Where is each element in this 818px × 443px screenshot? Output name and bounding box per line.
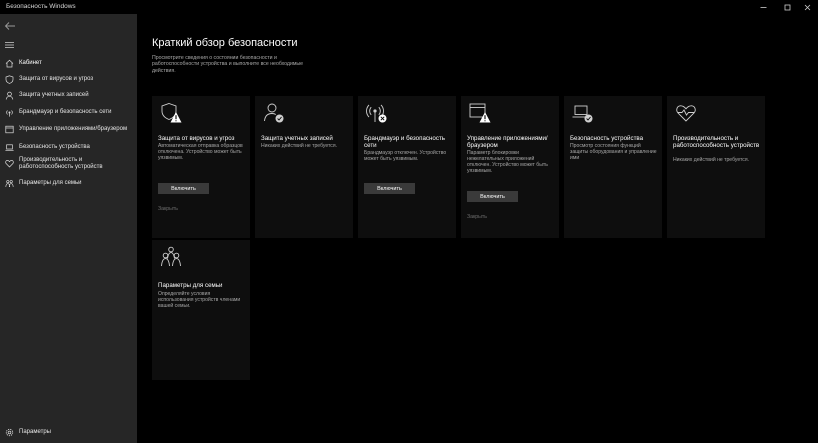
main-content: Краткий обзор безопасности Просмотрите с… (137, 14, 818, 443)
sidebar-item-label: Брандмауэр и безопасность сети (19, 109, 112, 115)
hamburger-icon (5, 42, 14, 48)
sidebar-item-label: Защита учетных записей (19, 92, 89, 98)
sidebar-item-firewall[interactable]: Брандмауэр и безопасность сети (0, 105, 137, 121)
sidebar-item-label: Управление приложениями/браузером (19, 126, 128, 132)
person-check-icon (263, 102, 285, 124)
network-icon (5, 108, 14, 117)
sidebar: Кабинет Защита от вирусов и угроз Защита… (0, 14, 137, 443)
maximize-icon (784, 4, 790, 10)
browser-icon (5, 125, 14, 134)
card-description: Автоматическая отправка образцов отключе… (158, 143, 243, 161)
card-virus-protection[interactable]: Защита от вирусов и угроз Автоматическая… (152, 96, 250, 238)
menu-toggle-button[interactable] (5, 36, 15, 48)
card-device-performance[interactable]: Производительность и работоспособность у… (667, 96, 765, 238)
card-description: Определяйте условия использования устрой… (158, 291, 241, 309)
arrow-left-icon (4, 22, 15, 30)
close-button[interactable] (796, 0, 818, 14)
card-title: Защита от вирусов и угроз (158, 135, 235, 142)
card-app-browser-control[interactable]: Управление приложениями/браузером Параме… (461, 96, 559, 238)
window-title: Безопасность Windows (6, 3, 76, 10)
person-icon (5, 91, 14, 100)
sidebar-item-device-security[interactable]: Безопасность устройства (0, 140, 137, 156)
sidebar-item-family-options[interactable]: Параметры для семьи (0, 176, 137, 192)
sidebar-item-label: Производительность и работоспособность у… (19, 157, 103, 170)
family-icon (160, 246, 182, 268)
card-title: Защита учетных записей (261, 135, 333, 142)
close-icon (804, 4, 810, 10)
card-account-protection[interactable]: Защита учетных записей Никаких действий … (255, 96, 353, 238)
sidebar-item-home[interactable]: Кабинет (0, 56, 137, 72)
shield-icon (5, 75, 14, 84)
card-description: Параметр блокировки нежелательных прилож… (467, 150, 548, 174)
browser-warning-icon (469, 102, 491, 124)
minimize-icon (760, 6, 766, 8)
family-icon (5, 179, 14, 188)
dismiss-link[interactable]: Закрыть (158, 206, 178, 212)
card-device-security[interactable]: Безопасность устройства Просмотр состоян… (564, 96, 662, 238)
sidebar-item-device-performance[interactable]: Производительность и работоспособность у… (0, 156, 137, 172)
sidebar-item-label: Кабинет (19, 60, 42, 66)
page-description: Просмотрите сведения о состоянии безопас… (152, 55, 304, 74)
heart-pulse-icon (675, 102, 697, 124)
card-title: Производительность и работоспособность у… (673, 135, 760, 149)
card-description: Брандмауэр отключен. Устройство может бы… (364, 150, 447, 162)
gear-icon (5, 428, 14, 437)
heart-icon (5, 159, 14, 168)
laptop-icon (5, 143, 14, 152)
card-title: Брандмауэр и безопасность сети (364, 135, 445, 149)
laptop-check-icon (572, 102, 594, 124)
card-family-options[interactable]: Параметры для семьи Определяйте условия … (152, 240, 250, 380)
back-button[interactable] (4, 18, 18, 30)
enable-button[interactable]: Включить (364, 183, 415, 194)
card-firewall[interactable]: Брандмауэр и безопасность сети Брандмауэ… (358, 96, 456, 238)
card-description: Просмотр состояния функций защиты оборуд… (570, 143, 657, 161)
home-icon (5, 59, 14, 68)
enable-button[interactable]: Включить (467, 191, 518, 202)
sidebar-item-app-browser-control[interactable]: Управление приложениями/браузером (0, 122, 137, 138)
sidebar-item-label: Защита от вирусов и угроз (19, 76, 94, 82)
sidebar-item-label: Параметры для семьи (19, 180, 82, 186)
dismiss-link[interactable]: Закрыть (467, 214, 487, 220)
sidebar-item-label: Безопасность устройства (19, 144, 90, 150)
maximize-button[interactable] (776, 0, 798, 14)
card-title: Управление приложениями/браузером (467, 135, 548, 149)
enable-button[interactable]: Включить (158, 183, 209, 194)
shield-warning-icon (160, 102, 182, 124)
page-title: Краткий обзор безопасности (152, 37, 298, 49)
card-title: Параметры для семьи (158, 282, 223, 289)
network-error-icon (366, 102, 388, 124)
sidebar-item-account-protection[interactable]: Защита учетных записей (0, 88, 137, 104)
minimize-button[interactable] (752, 0, 774, 14)
sidebar-item-virus-protection[interactable]: Защита от вирусов и угроз (0, 72, 137, 88)
card-description: Никаких действий не требуется. (261, 143, 338, 149)
sidebar-item-label: Параметры (19, 429, 51, 435)
sidebar-item-settings[interactable]: Параметры (0, 425, 137, 441)
title-bar: Безопасность Windows (0, 0, 818, 14)
card-title: Безопасность устройства (570, 135, 644, 142)
card-description: Никаких действий не требуется. (673, 157, 750, 163)
